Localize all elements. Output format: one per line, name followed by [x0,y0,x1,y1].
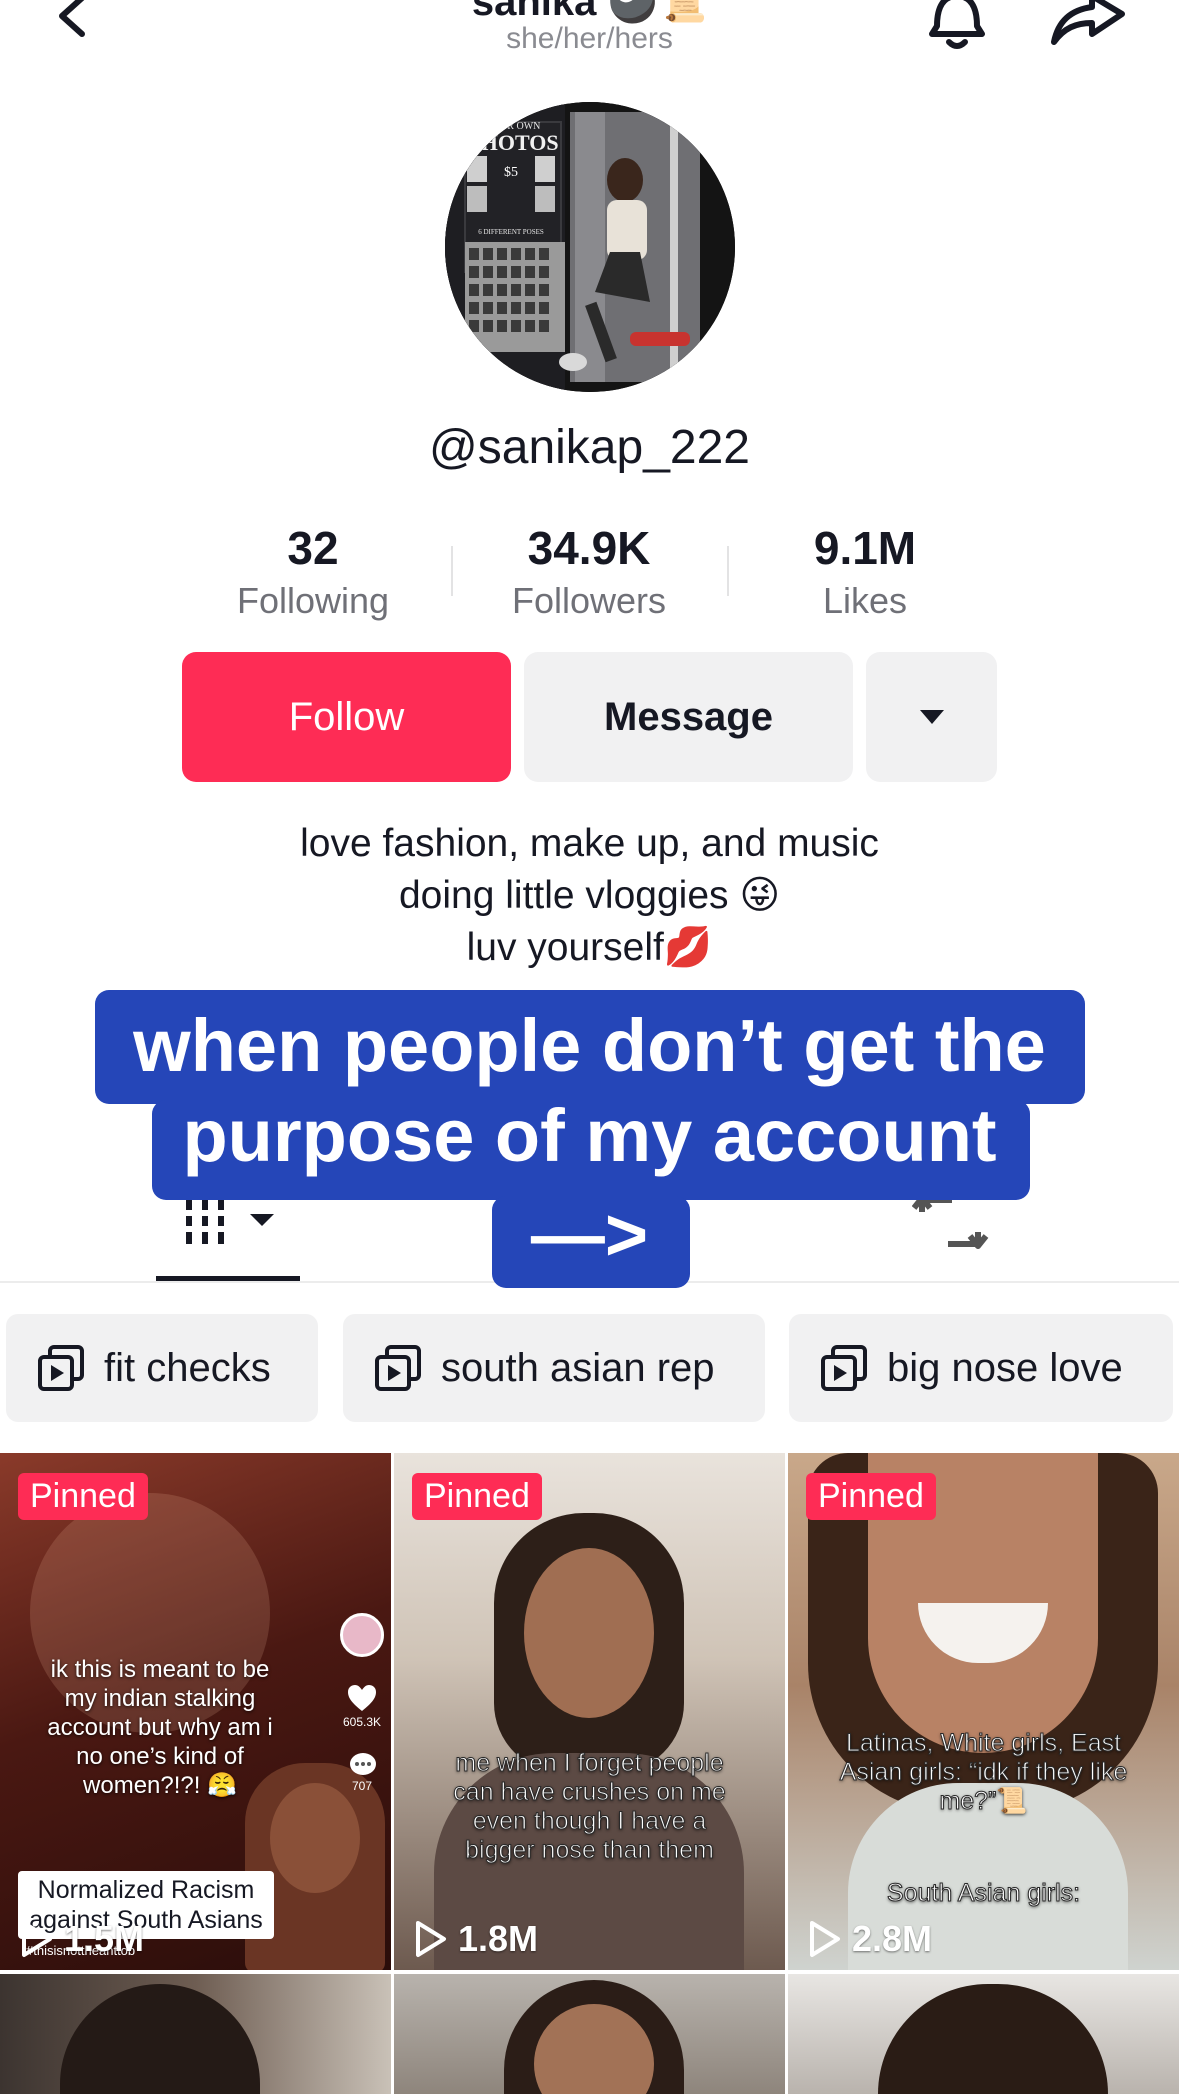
video-caption-secondary: South Asian girls: [886,1879,1081,1908]
bell-icon[interactable] [922,0,992,50]
video-thumbnail-shape [878,1984,1108,2094]
pronouns: she/her/hers [506,22,673,55]
video-tile[interactable]: Pinned Latinas, White girls, East Asian … [788,1453,1179,1970]
view-count: 1.5M [20,1918,144,1960]
video-tile[interactable]: Pinned ik this is meant to be my indian … [0,1453,391,1970]
svg-text:6 DIFFERENT POSES: 6 DIFFERENT POSES [478,228,544,236]
caption-text: when people don’t get the [133,1004,1046,1087]
stat-following[interactable]: 32 Following [193,520,433,626]
video-tile[interactable] [394,1974,785,2094]
svg-text:PHOTOS: PHOTOS [467,130,558,155]
video-thumbnail-shape [60,1984,260,2094]
bio: love fashion, make up, and music doing l… [0,818,1179,974]
caret-down-icon [919,710,944,724]
video-caption: ik this is meant to be my indian stalkin… [47,1656,273,1799]
like-count: 605.3K [342,1715,382,1729]
pinned-badge: Pinned [18,1473,148,1520]
playlist-icon [821,1345,867,1391]
stat-divider [727,546,729,596]
stat-value: 32 [287,522,339,574]
caption-text: purpose of my account [182,1094,997,1177]
video-tile[interactable] [788,1974,1179,2094]
video-caption: Latinas, White girls, East Asian girls: … [839,1729,1128,1816]
play-icon [22,1921,52,1957]
video-caption: me when I forget people can have crushes… [453,1749,726,1865]
share-icon[interactable] [1048,0,1128,48]
stat-label: Likes [822,580,908,621]
stat-divider [451,546,453,596]
caption-text: —> [530,1193,649,1276]
playlist-big-nose-love[interactable]: big nose love [789,1314,1173,1422]
video-thumbnail-shape [270,1783,360,1893]
bio-line: love fashion, make up, and music [300,822,879,865]
svg-text:$5: $5 [504,165,518,180]
comment-icon [350,1753,376,1775]
playlist-icon [375,1345,421,1391]
stat-label: Followers [511,580,667,621]
stat-followers[interactable]: 34.9K Followers [469,520,709,626]
username: @sanikap_222 [429,421,750,474]
bio-line: luv yourself💋 [466,926,713,969]
view-count: 2.8M [808,1918,932,1960]
comment-count: 707 [351,1779,373,1793]
stat-label: Following [236,580,390,621]
stat-value: 34.9K [527,522,651,574]
play-icon [416,1921,446,1957]
more-options-button[interactable] [866,652,997,782]
playlist-fit-checks[interactable]: fit checks [6,1314,318,1422]
video-tile[interactable]: Pinned me when I forget people can have … [394,1453,785,1970]
heart-icon [348,1685,376,1711]
view-count: 1.8M [414,1918,538,1960]
pinned-badge: Pinned [412,1473,542,1520]
follow-button[interactable]: Follow [182,652,511,782]
creator-avatar [340,1613,384,1657]
pinned-badge: Pinned [806,1473,936,1520]
video-thumbnail-shape [524,1548,654,1718]
stat-value: 9.1M [813,522,917,574]
playlist-icon [38,1345,84,1391]
profile-header: sanika 🎱📜 she/her/hers [0,0,1179,70]
bio-line: doing little vloggies 😜 [398,874,781,917]
playlist-south-asian-rep[interactable]: south asian rep [343,1314,765,1422]
video-tile[interactable] [0,1974,391,2094]
avatar[interactable]: YOUR OWN PHOTOS $5 6 DIFFERENT POSES [445,102,735,392]
play-icon [810,1921,840,1957]
stat-likes: 9.1M Likes [745,520,985,626]
message-button[interactable]: Message [524,652,853,782]
